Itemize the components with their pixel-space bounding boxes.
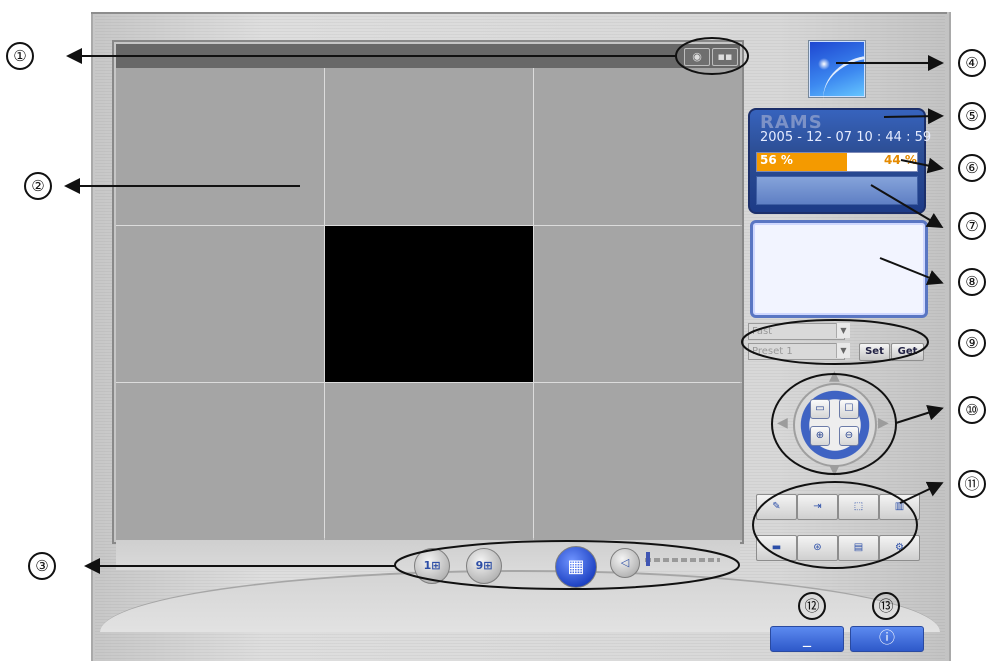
callout-number: ⑪ xyxy=(958,470,986,498)
callout-number: ⑤ xyxy=(958,102,986,130)
callout-8: ⑧ xyxy=(958,268,986,296)
callout-11-ellipse xyxy=(752,481,918,569)
callout-3: ③ xyxy=(28,552,56,580)
callout-number: ④ xyxy=(958,49,986,77)
callout-6-line xyxy=(900,157,944,174)
callout-13: ⑬ xyxy=(872,592,900,620)
callout-10-ellipse xyxy=(771,373,897,475)
callout-12: ⑫ xyxy=(798,592,826,620)
callout-5-line xyxy=(883,108,944,125)
callout-number: ⑥ xyxy=(958,154,986,182)
callout-1-ellipse xyxy=(675,37,749,75)
callout-9: ⑨ xyxy=(958,329,986,357)
callout-8-line xyxy=(879,257,944,285)
callout-number: ⑬ xyxy=(872,592,900,620)
callout-number: ⑫ xyxy=(798,592,826,620)
callout-1: ① xyxy=(6,42,34,70)
callout-7: ⑦ xyxy=(958,212,986,240)
callout-number: ⑦ xyxy=(958,212,986,240)
callout-number: ⑨ xyxy=(958,329,986,357)
callout-number: ② xyxy=(24,172,52,200)
callout-6: ⑥ xyxy=(958,154,986,182)
callout-11: ⑪ xyxy=(958,470,986,498)
callout-10-line xyxy=(895,405,944,424)
callout-number: ① xyxy=(6,42,34,70)
callout-4: ④ xyxy=(958,49,986,77)
callout-10: ⑩ xyxy=(958,396,986,424)
callout-9-ellipse xyxy=(741,319,929,365)
callout-number: ⑧ xyxy=(958,268,986,296)
callout-lines xyxy=(64,37,944,590)
callout-number: ③ xyxy=(28,552,56,580)
callout-number: ⑩ xyxy=(958,396,986,424)
callout-5: ⑤ xyxy=(958,102,986,130)
callout-11-line xyxy=(899,481,944,504)
callout-3-ellipse xyxy=(394,540,740,590)
callout-7-line xyxy=(870,184,944,229)
callout-2: ② xyxy=(24,172,52,200)
